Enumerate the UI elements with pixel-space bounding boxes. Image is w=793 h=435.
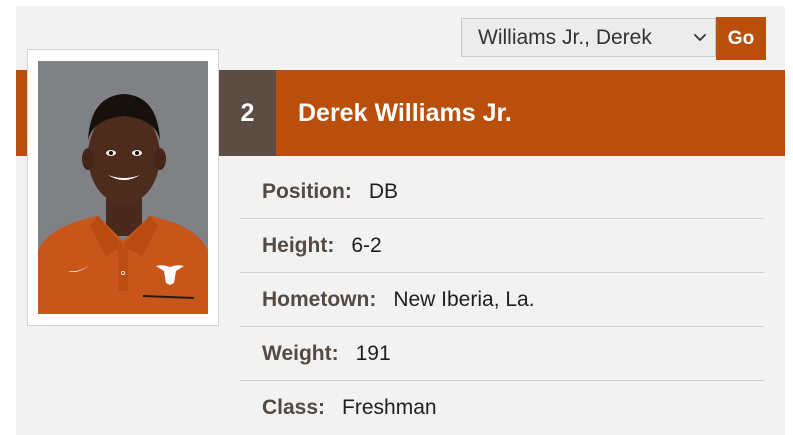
hometown-value: New Iberia, La. <box>393 287 535 311</box>
bio-row-hometown: Hometown: New Iberia, La. <box>240 273 764 327</box>
class-value: Freshman <box>342 396 437 419</box>
go-button[interactable]: Go <box>716 17 766 60</box>
jersey-number: 2 <box>219 70 276 156</box>
weight-value: 191 <box>355 341 391 365</box>
bio-row-class: Class: Freshman <box>240 381 764 435</box>
class-label: Class: <box>262 396 326 419</box>
weight-label: Weight: <box>262 341 339 365</box>
player-bio-list: Position: DB Height: 6-2 Hometown: New I… <box>240 165 764 435</box>
bio-row-weight: Weight: 191 <box>240 327 764 381</box>
player-name: Derek Williams Jr. <box>298 99 512 127</box>
headshot-image <box>38 61 208 314</box>
position-value: DB <box>368 179 399 203</box>
height-label: Height: <box>262 233 335 257</box>
position-label: Position: <box>262 179 352 203</box>
player-select[interactable]: Williams Jr., Derek <box>461 18 716 57</box>
player-select-value: Williams Jr., Derek <box>478 25 652 49</box>
height-value: 6-2 <box>351 233 382 257</box>
bio-row-height: Height: 6-2 <box>240 219 764 273</box>
hometown-label: Hometown: <box>262 287 377 311</box>
player-photo <box>27 49 219 326</box>
bio-row-position: Position: DB <box>240 165 764 219</box>
chevron-down-icon <box>694 34 706 41</box>
